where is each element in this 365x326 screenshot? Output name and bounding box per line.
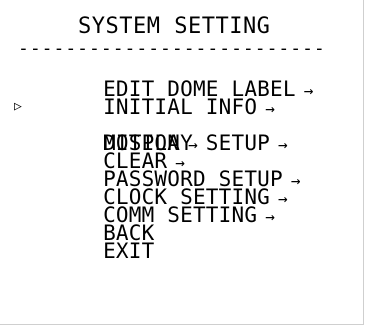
menu-item-exit[interactable]: EXIT: [0, 224, 314, 262]
menu-item-back[interactable]: BACK: [0, 206, 314, 244]
menu-item-initial-info[interactable]: INITIAL INFO →: [0, 80, 314, 118]
title-divider: --------------------------: [18, 38, 326, 59]
menu-item-clock-setting[interactable]: CLOCK SETTING →: [0, 170, 314, 208]
menu-item-edit-dome-label[interactable]: EDIT DOME LABEL →: [0, 62, 314, 100]
menu-item-password-setup[interactable]: PASSWORD SETUP →: [0, 152, 314, 190]
selection-cursor-icon: ▷: [14, 99, 23, 114]
menu-item-clear[interactable]: CLEAR →: [0, 134, 314, 172]
menu-item-label: EXIT: [103, 239, 155, 263]
menu-title: SYSTEM SETTING: [78, 14, 271, 39]
menu-item-display-setup[interactable]: ▷ DISPLAY SETUP →: [0, 98, 314, 154]
osd-menu-screen: SYSTEM SETTING -------------------------…: [0, 0, 364, 325]
menu-item-comm-setting[interactable]: COMM SETTING →: [0, 188, 314, 226]
menu-item-motion[interactable]: MOTION →: [0, 116, 314, 154]
system-setting-menu: EDIT DOME LABEL → INITIAL INFO → ▷ DISPLAY…: [0, 62, 314, 262]
